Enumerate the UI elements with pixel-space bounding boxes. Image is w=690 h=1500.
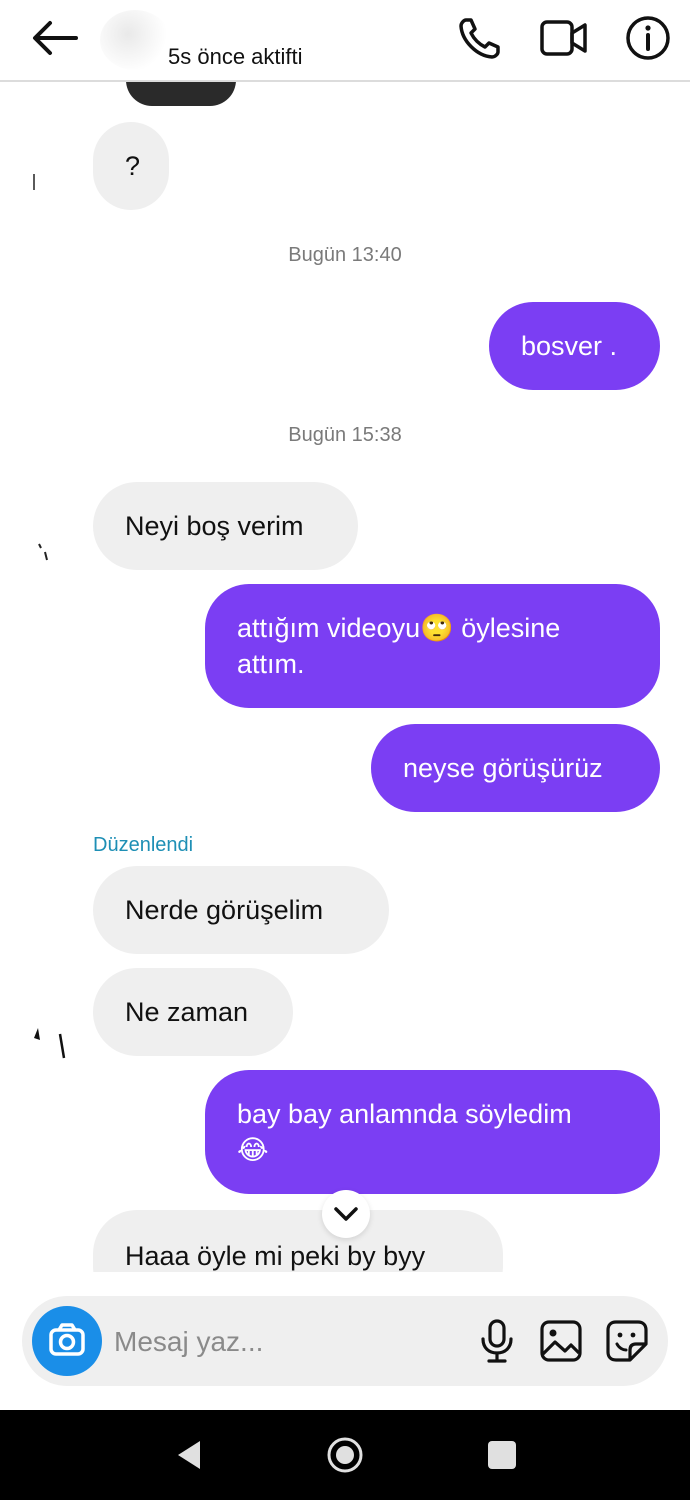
chat-header: 5s önce aktifti <box>0 0 690 82</box>
video-call-button[interactable] <box>538 14 587 62</box>
sticker-button[interactable] <box>604 1318 650 1364</box>
nav-recents-button[interactable] <box>482 1435 522 1475</box>
nav-back-button[interactable] <box>170 1435 210 1475</box>
circle-home-icon <box>327 1437 363 1473</box>
back-button[interactable] <box>28 16 80 60</box>
camera-button[interactable] <box>32 1306 102 1376</box>
outgoing-message[interactable]: bosver . <box>489 302 660 390</box>
message-composer <box>22 1296 668 1386</box>
info-icon <box>626 16 670 60</box>
sender-avatar <box>33 174 35 190</box>
incoming-message[interactable]: Neyi boş verim <box>93 482 358 570</box>
outgoing-message[interactable]: neyse görüşürüz <box>371 724 660 812</box>
image-icon <box>540 1320 582 1362</box>
arrow-left-icon <box>33 21 78 55</box>
edited-label: Düzenlendi <box>93 834 194 856</box>
voice-call-button[interactable] <box>456 14 504 62</box>
triangle-back-icon <box>178 1441 200 1469</box>
message-timestamp: Bugün 13:40 <box>288 244 402 266</box>
video-camera-icon <box>540 20 587 56</box>
info-button[interactable] <box>624 14 672 62</box>
square-recents-icon <box>488 1441 516 1469</box>
camera-icon <box>49 1323 85 1356</box>
sender-avatar <box>38 543 48 561</box>
message-timestamp: Bugün 15:38 <box>288 424 402 446</box>
sticker-icon <box>606 1320 648 1362</box>
incoming-message[interactable]: Haaa öyle mi peki by byy <box>93 1210 503 1272</box>
message-thread[interactable]: ? Bugün 13:40 bosver . Bugün 15:38 Neyi … <box>0 80 690 1272</box>
gallery-button[interactable] <box>538 1318 584 1364</box>
active-status: 5s önce aktifti <box>168 44 303 69</box>
scroll-to-bottom-button[interactable] <box>322 1190 370 1238</box>
chevron-down-icon <box>334 1207 358 1221</box>
outgoing-message[interactable]: attığım videoyu🙄 öylesine attım. <box>205 584 660 708</box>
incoming-message[interactable]: Ne zaman <box>93 968 293 1056</box>
outgoing-message[interactable]: bay bay anlamnda söyledim 😂 <box>205 1070 660 1194</box>
microphone-icon <box>481 1319 513 1363</box>
incoming-message[interactable]: Nerde görüşelim <box>93 866 389 954</box>
phone-icon <box>459 18 500 59</box>
incoming-message[interactable]: ? <box>93 122 169 210</box>
sender-avatar <box>34 1028 66 1059</box>
avatar[interactable] <box>100 10 170 70</box>
message-input[interactable] <box>112 1318 466 1366</box>
nav-home-button[interactable] <box>325 1435 365 1475</box>
system-navigation-bar <box>0 1410 690 1500</box>
media-message-thumbnail[interactable] <box>126 80 236 106</box>
voice-message-button[interactable] <box>474 1318 520 1364</box>
